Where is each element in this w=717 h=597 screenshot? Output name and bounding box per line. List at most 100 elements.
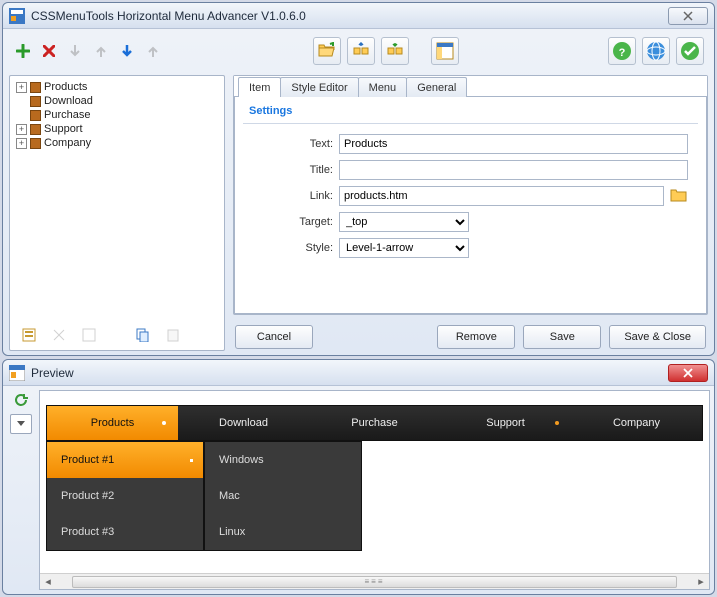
layout-button[interactable] xyxy=(431,37,459,65)
preview-window: Preview Products Download Purchase Suppo… xyxy=(2,359,715,595)
submenu-item-windows[interactable]: Windows xyxy=(205,442,361,478)
tree-item-products[interactable]: +Products xyxy=(16,81,222,93)
refresh-preview-button[interactable] xyxy=(11,390,31,410)
plus-icon xyxy=(16,44,30,58)
cancel-button[interactable]: Cancel xyxy=(235,325,313,349)
save-button[interactable]: Save xyxy=(523,325,601,349)
remove-button[interactable]: Remove xyxy=(437,325,515,349)
tree-item-support[interactable]: +Support xyxy=(16,123,222,135)
menu-item-support[interactable]: Support xyxy=(440,406,571,440)
preview-close-button[interactable] xyxy=(668,364,708,382)
tab-item[interactable]: Item xyxy=(238,77,281,97)
tree-item-company[interactable]: +Company xyxy=(16,137,222,149)
check-icon xyxy=(680,41,700,61)
menu-item-company[interactable]: Company xyxy=(571,406,702,440)
expand-icon xyxy=(352,42,370,60)
expand-all-button[interactable] xyxy=(347,37,375,65)
tree-item-download[interactable]: Download xyxy=(16,95,222,107)
titlebar: CSSMenuTools Horizontal Menu Advancer V1… xyxy=(3,3,714,29)
save-close-button[interactable]: Save & Close xyxy=(609,325,706,349)
item-icon xyxy=(30,96,41,107)
main-window: CSSMenuTools Horizontal Menu Advancer V1… xyxy=(2,2,715,356)
item-icon xyxy=(30,124,41,135)
scissors-icon xyxy=(52,328,66,342)
menu-item-purchase[interactable]: Purchase xyxy=(309,406,440,440)
preview-submenu-1: Product #1 Product #2 Product #3 xyxy=(46,441,204,551)
settings-form: Settings Text: Title: Link: xyxy=(234,97,707,314)
submenu-item-product2[interactable]: Product #2 xyxy=(47,478,203,514)
submenu-item-product3[interactable]: Product #3 xyxy=(47,514,203,550)
arrow-up-icon xyxy=(95,44,107,58)
paste-button[interactable] xyxy=(163,325,183,345)
edit-icon xyxy=(82,328,96,342)
submenu-item-linux[interactable]: Linux xyxy=(205,514,361,550)
window-close-button[interactable] xyxy=(668,7,708,25)
folder-icon xyxy=(670,188,688,204)
chevron-down-icon xyxy=(17,421,25,427)
preview-side-toolbar xyxy=(7,390,35,590)
copy-button[interactable] xyxy=(133,325,153,345)
tab-menu[interactable]: Menu xyxy=(358,77,408,97)
submenu-indicator-icon xyxy=(555,421,559,425)
item-icon xyxy=(30,82,41,93)
target-label: Target: xyxy=(273,216,333,228)
menu-item-products[interactable]: Products xyxy=(47,406,178,440)
apply-button[interactable] xyxy=(676,37,704,65)
target-select[interactable]: _top xyxy=(339,212,469,232)
preview-titlebar: Preview xyxy=(3,360,714,386)
add-item-button[interactable] xyxy=(13,41,33,61)
arrow-up-gray-button[interactable] xyxy=(91,41,111,61)
close-icon xyxy=(683,368,693,378)
submenu-item-mac[interactable]: Mac xyxy=(205,478,361,514)
folder-open-icon xyxy=(318,42,336,60)
scroll-thumb[interactable]: ≡≡≡ xyxy=(72,576,677,588)
help-button[interactable]: ? xyxy=(608,37,636,65)
link-input[interactable] xyxy=(339,186,664,206)
edit-node-button[interactable] xyxy=(79,325,99,345)
arrow-down-gray-button[interactable] xyxy=(65,41,85,61)
preview-icon xyxy=(9,365,25,381)
scroll-left-icon[interactable]: ◂ xyxy=(40,575,56,588)
tree-toolbar xyxy=(15,325,187,345)
title-label: Title: xyxy=(273,164,333,176)
refresh-icon xyxy=(14,393,28,407)
close-icon xyxy=(683,11,693,21)
preview-submenu-2: Windows Mac Linux xyxy=(204,441,362,551)
menu-item-download[interactable]: Download xyxy=(178,406,309,440)
x-icon xyxy=(43,45,55,57)
help-icon: ? xyxy=(612,41,632,61)
scroll-right-icon[interactable]: ▸ xyxy=(693,575,709,588)
toolbar: ? xyxy=(9,35,708,67)
text-label: Text: xyxy=(273,138,333,150)
paste-icon xyxy=(166,328,180,342)
tree-item-purchase[interactable]: Purchase xyxy=(16,109,222,121)
cut-button[interactable] xyxy=(49,325,69,345)
open-file-button[interactable] xyxy=(313,37,341,65)
link-label: Link: xyxy=(273,190,333,202)
arrow-up-gray2-button[interactable] xyxy=(143,41,163,61)
tree-panel: +Products Download Purchase +Support +Co… xyxy=(9,75,225,351)
web-button[interactable] xyxy=(642,37,670,65)
list-icon xyxy=(22,328,36,342)
style-select[interactable]: Level-1-arrow xyxy=(339,238,469,258)
preview-scrollbar[interactable]: ◂ ≡≡≡ ▸ xyxy=(40,573,709,589)
tab-style-editor[interactable]: Style Editor xyxy=(280,77,358,97)
text-input[interactable] xyxy=(339,134,688,154)
item-icon xyxy=(30,110,41,121)
arrow-down-blue-button[interactable] xyxy=(117,41,137,61)
window-title: CSSMenuTools Horizontal Menu Advancer V1… xyxy=(31,9,306,23)
tab-general[interactable]: General xyxy=(406,77,467,97)
menu-tree[interactable]: +Products Download Purchase +Support +Co… xyxy=(12,80,222,150)
preview-canvas: Products Download Purchase Support Compa… xyxy=(39,390,710,590)
delete-item-button[interactable] xyxy=(39,41,59,61)
browse-link-button[interactable] xyxy=(670,188,688,204)
settings-heading: Settings xyxy=(243,101,698,124)
submenu-item-product1[interactable]: Product #1 xyxy=(47,442,203,478)
new-node-button[interactable] xyxy=(19,325,39,345)
title-input[interactable] xyxy=(339,160,688,180)
collapse-all-button[interactable] xyxy=(381,37,409,65)
globe-icon xyxy=(646,41,666,61)
app-icon xyxy=(9,8,25,24)
zoom-select[interactable] xyxy=(10,414,32,434)
preview-menu-bar: Products Download Purchase Support Compa… xyxy=(46,405,703,441)
